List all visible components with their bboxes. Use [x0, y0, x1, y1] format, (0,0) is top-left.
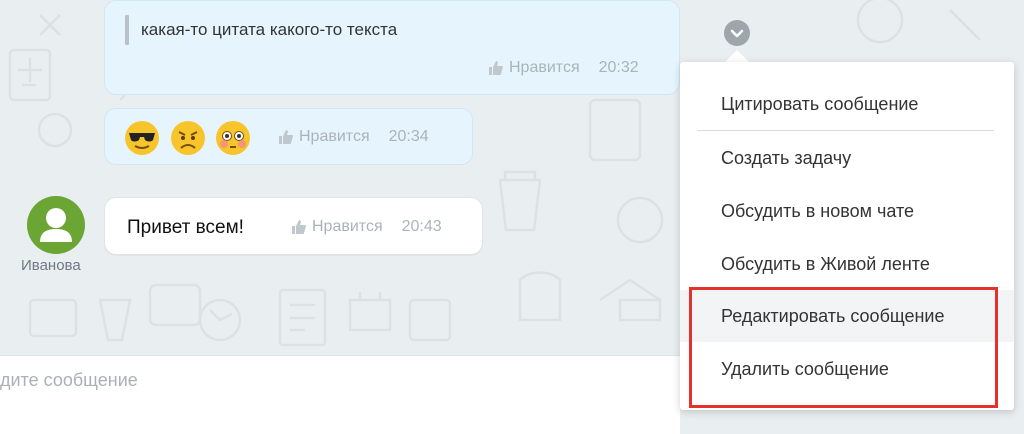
menu-divider: [697, 130, 994, 131]
like-label: Нравится: [509, 59, 580, 76]
like-button[interactable]: Нравится: [278, 128, 370, 146]
message-time: 20:34: [388, 128, 429, 145]
quote-text: какая-то цитата какого-то текста: [141, 20, 398, 39]
like-button[interactable]: Нравится: [291, 218, 383, 236]
message-menu-toggle[interactable]: [724, 20, 750, 46]
message-time: 20:32: [598, 59, 639, 76]
thumbs-up-icon: [279, 130, 293, 144]
author-name[interactable]: Иванова: [21, 257, 81, 274]
menu-item-quote[interactable]: Цитировать сообщение: [680, 78, 1014, 130]
avatar[interactable]: [27, 196, 85, 254]
quote-bar: [125, 15, 129, 45]
blushing-face-icon: [216, 121, 250, 155]
menu-item-create-task[interactable]: Создать задачу: [680, 132, 1014, 184]
message-text: Привет всем!: [127, 217, 244, 238]
menu-item-discuss-live-feed[interactable]: Обсудить в Живой ленте: [680, 238, 1014, 290]
message-input[interactable]: дите сообщение: [0, 370, 138, 391]
highlight-box: [689, 287, 998, 408]
like-label: Нравится: [312, 218, 383, 235]
sad-face-icon: [171, 121, 205, 155]
user-silhouette-icon: [40, 208, 72, 242]
cool-face-icon: [125, 121, 159, 155]
like-button[interactable]: Нравится: [488, 59, 580, 77]
message-time: 20:43: [401, 218, 442, 235]
message-bubble-emoji: Нравится 20:34: [104, 108, 473, 165]
like-label: Нравится: [299, 128, 370, 145]
menu-item-discuss-new-chat[interactable]: Обсудить в новом чате: [680, 185, 1014, 237]
thumbs-up-icon: [292, 220, 306, 234]
thumbs-up-icon: [489, 61, 503, 75]
message-bubble-text: Привет всем! Нравится 20:43: [104, 197, 483, 255]
message-bubble-quote: какая-то цитата какого-то текста Нравитс…: [104, 0, 680, 95]
message-input-bar: [0, 355, 680, 434]
chevron-down-icon: [730, 29, 744, 38]
